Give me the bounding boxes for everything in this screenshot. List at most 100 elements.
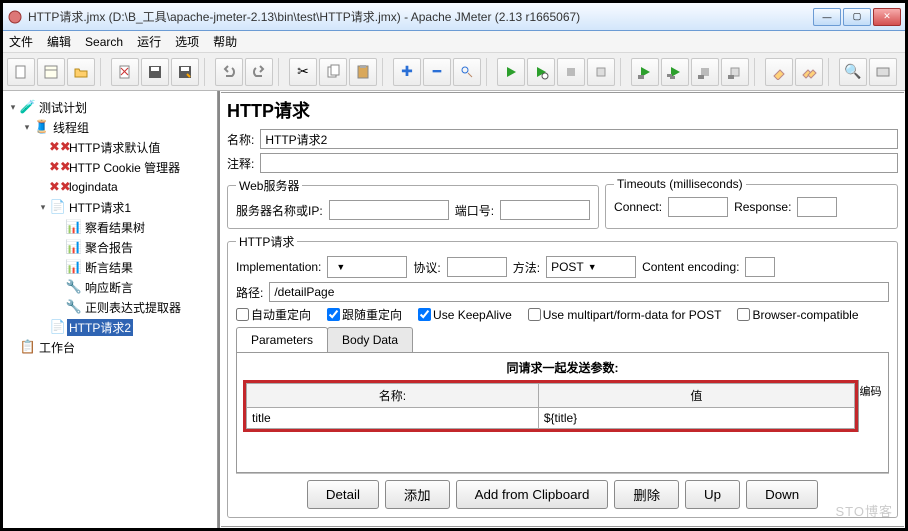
remote-stop-icon[interactable]: [691, 58, 719, 86]
copy-icon[interactable]: [319, 58, 347, 86]
chk-followredir[interactable]: 跟随重定向: [327, 306, 402, 323]
menu-file[interactable]: 文件: [9, 33, 33, 50]
editor-heading: HTTP请求: [227, 97, 898, 123]
connect-label: Connect:: [614, 200, 662, 214]
impl-combo[interactable]: ▼: [327, 256, 407, 278]
tree-workbench[interactable]: 工作台: [37, 339, 77, 356]
new-icon[interactable]: [7, 58, 35, 86]
remote-start-all-icon[interactable]: [661, 58, 689, 86]
listener-icon: 📊: [65, 259, 83, 275]
paste-icon[interactable]: [349, 58, 377, 86]
server-input[interactable]: [329, 200, 449, 220]
app-icon: [7, 9, 23, 25]
comment-label: 注释:: [227, 155, 254, 172]
tree-req1[interactable]: HTTP请求1: [67, 199, 133, 216]
params-table[interactable]: 名称: 值 title ${title}: [246, 383, 855, 429]
config-icon: ✖✖: [49, 139, 67, 155]
tab-bodydata[interactable]: Body Data: [327, 327, 413, 352]
window-title: HTTP请求.jmx (D:\B_工具\apache-jmeter-2.13\b…: [28, 8, 813, 25]
stop-icon[interactable]: [557, 58, 585, 86]
menu-options[interactable]: 选项: [175, 33, 199, 50]
tree-aggrep[interactable]: 聚合报告: [83, 239, 135, 256]
tree-restree[interactable]: 察看结果树: [83, 219, 147, 236]
col-name: 名称:: [247, 384, 539, 408]
clear-icon[interactable]: [765, 58, 793, 86]
cell-name[interactable]: title: [247, 408, 539, 429]
params-title: 同请求一起发送参数:: [243, 359, 882, 376]
undo-icon[interactable]: [215, 58, 243, 86]
cell-value[interactable]: ${title}: [538, 408, 854, 429]
menu-search[interactable]: Search: [85, 35, 123, 49]
start-notimers-icon[interactable]: [527, 58, 555, 86]
open-icon[interactable]: [67, 58, 95, 86]
clearall-icon[interactable]: [795, 58, 823, 86]
workbench-icon: 📋: [19, 339, 37, 355]
function-helper-icon[interactable]: [869, 58, 897, 86]
comment-input[interactable]: [260, 153, 898, 173]
test-plan-tree[interactable]: ▾🧪测试计划 ▾🧵线程组 ✖✖HTTP请求默认值 ✖✖HTTP Cookie 管…: [3, 91, 218, 528]
menu-run[interactable]: 运行: [137, 33, 161, 50]
method-combo[interactable]: POST▼: [546, 256, 636, 278]
name-input[interactable]: [260, 129, 898, 149]
response-input[interactable]: [797, 197, 837, 217]
path-input[interactable]: [269, 282, 889, 302]
toggle-icon[interactable]: [453, 58, 481, 86]
method-label: 方法:: [513, 259, 540, 276]
protocol-label: 协议:: [413, 259, 440, 276]
col-value: 值: [538, 384, 854, 408]
menu-edit[interactable]: 编辑: [47, 33, 71, 50]
down-button[interactable]: Down: [746, 480, 818, 509]
tree-httpdefault[interactable]: HTTP请求默认值: [67, 139, 162, 156]
path-label: 路径:: [236, 284, 263, 301]
up-button[interactable]: Up: [685, 480, 740, 509]
tree-testplan[interactable]: 测试计划: [37, 99, 89, 116]
add-clipboard-button[interactable]: Add from Clipboard: [456, 480, 609, 509]
encoding-label: Content encoding:: [642, 260, 739, 274]
port-input[interactable]: [500, 200, 590, 220]
redo-icon[interactable]: [245, 58, 273, 86]
csv-icon: ✖✖: [49, 179, 67, 195]
tree-logindata[interactable]: logindata: [67, 180, 120, 194]
impl-label: Implementation:: [236, 260, 321, 274]
listener-icon: 📊: [65, 239, 83, 255]
expand-icon[interactable]: ✚: [393, 58, 421, 86]
save-icon[interactable]: [141, 58, 169, 86]
protocol-input[interactable]: [447, 257, 507, 277]
tab-parameters[interactable]: Parameters: [236, 327, 328, 352]
chk-autoredir[interactable]: 自动重定向: [236, 306, 311, 323]
add-button[interactable]: 添加: [385, 480, 450, 509]
tree-req2[interactable]: HTTP请求2: [67, 319, 133, 336]
close-button[interactable]: ✕: [873, 8, 901, 26]
tree-cookie[interactable]: HTTP Cookie 管理器: [67, 159, 182, 176]
chk-multipart[interactable]: Use multipart/form-data for POST: [528, 308, 722, 322]
minimize-button[interactable]: —: [813, 8, 841, 26]
detail-button[interactable]: Detail: [307, 480, 379, 509]
remote-shutdown-icon[interactable]: [721, 58, 749, 86]
webserver-legend: Web服务器: [236, 177, 302, 194]
table-row: title ${title}: [247, 408, 855, 429]
tree-regex[interactable]: 正则表达式提取器: [83, 299, 183, 316]
delete-button[interactable]: 删除: [614, 480, 679, 509]
tree-assertres[interactable]: 断言结果: [83, 259, 135, 276]
cut-icon[interactable]: ✂: [289, 58, 317, 86]
connect-input[interactable]: [668, 197, 728, 217]
postproc-icon: 🔧: [65, 299, 83, 315]
chk-browser[interactable]: Browser-compatible: [737, 308, 858, 322]
tree-threadgroup[interactable]: 线程组: [51, 119, 91, 136]
response-label: Response:: [734, 200, 791, 214]
search-tree-icon[interactable]: 🔍: [839, 58, 867, 86]
remote-start-icon[interactable]: [631, 58, 659, 86]
encoding-input[interactable]: [745, 257, 775, 277]
tree-respassert[interactable]: 响应断言: [83, 279, 135, 296]
start-icon[interactable]: [497, 58, 525, 86]
maximize-button[interactable]: ▢: [843, 8, 871, 26]
threadgroup-icon: 🧵: [33, 119, 51, 135]
shutdown-icon[interactable]: [587, 58, 615, 86]
close-plan-icon[interactable]: [111, 58, 139, 86]
templates-icon[interactable]: [37, 58, 65, 86]
saveas-icon[interactable]: [171, 58, 199, 86]
chk-keepalive[interactable]: Use KeepAlive: [418, 308, 512, 322]
collapse-icon[interactable]: ━: [423, 58, 451, 86]
port-label: 端口号:: [455, 202, 494, 219]
menu-help[interactable]: 帮助: [213, 33, 237, 50]
